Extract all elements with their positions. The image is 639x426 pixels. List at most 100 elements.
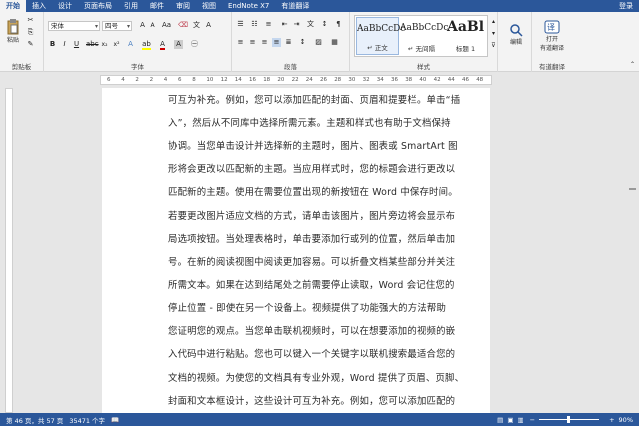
styles-scroll-down-icon[interactable]: ▾ (489, 29, 498, 38)
cut-icon[interactable]: ✂ (26, 16, 35, 25)
open-youdao-button[interactable]: 译 打开 有道翻译 (536, 16, 568, 56)
text-effects-icon[interactable]: A (126, 40, 135, 49)
style-heading1-name: 标题 1 (455, 45, 476, 53)
clipboard-group: 粘贴 ✂ ⎘ ✎ 剪贴板 (0, 12, 44, 72)
tab-mailings[interactable]: 邮件 (144, 0, 170, 12)
underline-icon[interactable]: U (72, 40, 81, 49)
tab-endnote[interactable]: EndNote X7 (222, 0, 275, 12)
styles-gallery: AaBbCcDc ↵ 正文 AaBbCcDc ↵ 无间隔 AaBl 标题 1 (354, 15, 488, 57)
justify-icon[interactable]: ≡ (272, 38, 281, 47)
grow-font-icon[interactable]: A (138, 21, 147, 30)
chinese-layout-icon[interactable]: 文 (306, 20, 315, 29)
phonetic-icon[interactable]: 文 (192, 21, 201, 30)
zoom-control: ▤ ▣ ▥ − + 90% (491, 413, 633, 426)
ruler-tick-label: 16 (249, 77, 256, 83)
tab-design[interactable]: 设计 (52, 0, 78, 12)
bullets-icon[interactable]: ☰ (236, 20, 245, 29)
multilevel-list-icon[interactable]: ≡ (264, 20, 273, 29)
style-heading1-preview: AaBl (446, 19, 485, 35)
vertical-scrollbar[interactable] (626, 88, 639, 413)
ruler-track[interactable]: 6 4 2 2 4 6 8 10 12 14 16 18 20 22 24 26 28 30 32 34 36 38 40 4… (100, 75, 492, 85)
char-shading-icon[interactable]: A (174, 40, 183, 49)
paragraph-label: 段落 (284, 63, 297, 71)
change-case-icon[interactable]: Aa (162, 21, 171, 30)
scrollbar-thumb[interactable] (629, 188, 636, 190)
tab-insert[interactable]: 插入 (26, 0, 52, 12)
collapse-ribbon-icon[interactable]: ⌃ (628, 60, 637, 69)
style-normal[interactable]: AaBbCcDc ↵ 正文 (356, 17, 405, 55)
paste-button[interactable]: 粘贴 (4, 16, 22, 46)
login-link[interactable]: 登录 (619, 1, 639, 11)
zoom-slider-thumb[interactable] (567, 416, 571, 423)
styles-label: 样式 (417, 63, 430, 71)
line-spacing-icon[interactable]: ↕ (298, 38, 307, 47)
style-no-spacing[interactable]: AaBbCcDc ↵ 无间隔 (400, 17, 448, 55)
zoom-slider[interactable] (539, 416, 600, 423)
strikethrough-icon[interactable]: abc (86, 40, 99, 49)
zoom-level[interactable]: 90% (619, 416, 633, 424)
format-painter-icon[interactable]: ✎ (26, 40, 35, 49)
print-layout-icon[interactable]: ▣ (507, 416, 513, 424)
italic-icon[interactable]: I (60, 40, 69, 49)
clear-format-icon[interactable]: ⌫ (178, 21, 188, 30)
tab-references[interactable]: 引用 (118, 0, 144, 12)
ruler-tick-label: 12 (220, 77, 228, 83)
ruler-tick-label: 48 (476, 77, 484, 83)
shading-icon[interactable]: ▨ (314, 38, 323, 47)
style-heading1[interactable]: AaBl 标题 1 (444, 17, 487, 55)
numbering-icon[interactable]: ☷ (250, 20, 259, 29)
tab-youdao[interactable]: 有道翻译 (275, 0, 315, 12)
find-icon (510, 23, 523, 37)
font-color-icon[interactable]: A (158, 40, 167, 50)
align-left-icon[interactable]: ≡ (236, 38, 245, 47)
font-size-combo[interactable]: 四号 (102, 21, 132, 31)
ruler-tick-label: 6 (107, 77, 111, 83)
decrease-indent-icon[interactable]: ⇤ (280, 20, 289, 29)
zoom-in-icon[interactable]: + (609, 416, 614, 424)
page-count[interactable]: 第 46 页，共 57 页 (6, 415, 63, 425)
align-center-icon[interactable]: ≡ (248, 38, 257, 47)
highlight-icon[interactable]: ab (142, 40, 151, 50)
zoom-out-icon[interactable]: − (530, 416, 535, 424)
tab-view[interactable]: 视图 (196, 0, 222, 12)
vertical-ruler (5, 88, 13, 413)
styles-more-icon[interactable]: ⊽ (489, 41, 498, 50)
distribute-icon[interactable]: ≣ (284, 38, 293, 47)
subscript-icon[interactable]: x₂ (100, 40, 109, 49)
font-label: 字体 (131, 63, 144, 71)
web-layout-icon[interactable]: ▥ (517, 416, 523, 424)
editing-button[interactable]: 编辑 (504, 16, 528, 52)
style-no-spacing-name: ↵ 无间隔 (407, 45, 435, 53)
increase-indent-icon[interactable]: ⇥ (292, 20, 301, 29)
shrink-font-icon[interactable]: A (148, 21, 157, 30)
youdao-group: 译 打开 有道翻译 有道翻译 (532, 12, 572, 72)
ruler-tick-label: 22 (291, 77, 299, 83)
doc-line: 停止位置 - 即使在另一个设备上。视频提供了功能强大的方法帮助 (168, 303, 447, 314)
doc-line: 您证明您的观点。当您单击联机视频时，可以在想要添加的视频的嵌 (168, 326, 456, 337)
char-border-icon[interactable]: A (204, 21, 213, 30)
youdao-label: 有道翻译 (539, 63, 565, 71)
word-count[interactable]: 35471 个字 (69, 415, 105, 425)
bold-icon[interactable]: B (48, 40, 57, 49)
tab-home[interactable]: 开始 (0, 0, 26, 12)
enclosed-char-icon[interactable]: ㊀ (190, 40, 199, 49)
editing-group: 编辑 (500, 12, 532, 72)
ruler-tick-label: 40 (419, 77, 427, 83)
doc-line: 号。在新的阅读视图中阅读更加容易。可以折叠文档某些部分并关注 (168, 257, 456, 268)
styles-scroll-up-icon[interactable]: ▴ (489, 17, 498, 26)
ruler-tick-label: 46 (462, 77, 469, 83)
tab-layout[interactable]: 页面布局 (78, 0, 118, 12)
read-mode-icon[interactable]: ▤ (497, 416, 503, 424)
superscript-icon[interactable]: x² (112, 40, 121, 49)
copy-icon[interactable]: ⎘ (26, 28, 35, 37)
doc-line: 所需文本。如果在达到结尾处之前需要停止读取，Word 会记住您的 (168, 280, 455, 291)
document-page[interactable]: 可互为补充。例如，您可以添加匹配的封面、页眉和提要栏。单击“插 入”，然后从不同… (102, 88, 490, 413)
align-right-icon[interactable]: ≡ (260, 38, 269, 47)
sort-icon[interactable]: ↕ (320, 20, 329, 29)
editing-label: 编辑 (509, 38, 522, 46)
font-name-combo[interactable]: 宋体 (48, 21, 100, 31)
borders-icon[interactable]: ▦ (330, 38, 339, 47)
tab-review[interactable]: 审阅 (170, 0, 196, 12)
show-marks-icon[interactable]: ¶ (334, 20, 343, 29)
proofing-icon[interactable]: 📖 (111, 416, 119, 424)
